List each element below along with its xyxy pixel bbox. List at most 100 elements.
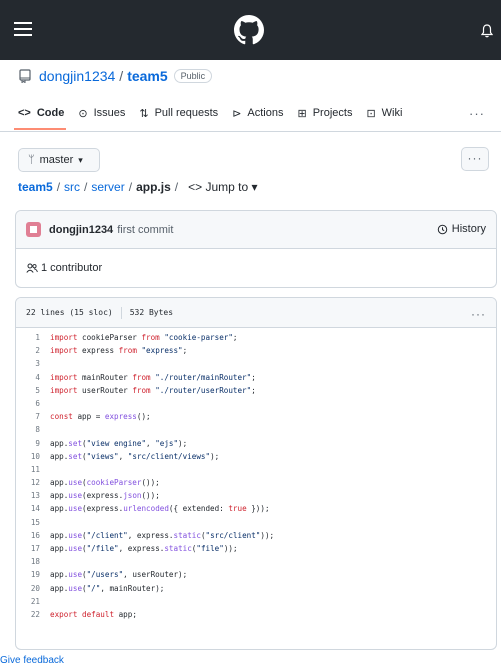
latest-commit-box: dongjin1234 first commit History 1 contr… [15,210,497,288]
tab-pull-requests[interactable]: ⇅ Pull requests [139,107,218,120]
active-tab-underline [14,128,66,130]
tabs-more-button[interactable]: ··· [469,106,485,121]
github-logo-icon[interactable] [234,15,264,45]
line-number[interactable]: 10 [16,450,50,463]
file-header: 22 lines (15 sloc) 532 Bytes ··· [16,298,496,328]
tabs-divider [0,131,501,132]
line-number[interactable]: 13 [16,489,50,502]
tab-actions-label: Actions [247,107,284,119]
line-number[interactable]: 4 [16,371,50,384]
line-number[interactable]: 21 [16,595,50,608]
line-number[interactable]: 19 [16,568,50,581]
line-number[interactable]: 1 [16,331,50,344]
line-number[interactable]: 5 [16,384,50,397]
tab-actions[interactable]: ⊳ Actions [232,107,283,120]
code-line: 14 app.use(express.urlencoded({ extended:… [16,502,496,515]
line-content: app.use(express.json()); [50,491,160,501]
file-more-button[interactable]: ··· [471,307,486,321]
line-content: import userRouter from "./router/userRou… [50,385,256,395]
code-line: 2 import express from "express"; [16,344,496,357]
commit-author[interactable]: dongjin1234 [49,224,113,236]
line-content: app.use(cookieParser()); [50,478,160,488]
line-number[interactable]: 12 [16,476,50,489]
line-number[interactable]: 17 [16,542,50,555]
code-line: 16 app.use("/client", express.static("src… [16,529,496,542]
table-icon: ⊞ [297,107,307,120]
breadcrumb-separator: / [174,180,179,194]
line-content: app.use("/", mainRouter); [50,583,165,593]
people-icon [26,263,38,273]
breadcrumb-repo[interactable]: team5 [18,180,53,194]
tab-projects-label: Projects [312,107,353,119]
commit-message[interactable]: first commit [117,224,173,236]
line-content: const app = express(); [50,412,151,422]
breadcrumb-separator: / [56,180,61,194]
branch-name: master [39,154,74,166]
code-line: 7 const app = express(); [16,410,496,423]
file-actions-more-button[interactable]: ··· [461,147,489,171]
code-line: 21 [16,595,496,608]
line-number[interactable]: 20 [16,582,50,595]
tab-projects[interactable]: ⊞ Projects [297,107,352,120]
branch-selector-button[interactable]: ᛘ master ▾ [18,148,100,172]
line-number[interactable]: 18 [16,555,50,568]
commit-row: dongjin1234 first commit History [16,211,496,249]
tab-wiki[interactable]: ⊡ Wiki [366,107,402,120]
file-viewer: 22 lines (15 sloc) 532 Bytes ··· 1 import… [15,297,497,650]
repo-icon [19,69,31,83]
file-header-divider [120,306,122,319]
chevron-down-icon: ▾ [78,154,83,165]
jump-to-button[interactable]: <> Jump to ▾ [188,180,257,194]
avatar[interactable] [26,222,41,237]
breadcrumb: team5 / src / server / app.js / <> Jump … [18,180,258,194]
give-feedback-link[interactable]: Give feedback [0,655,64,666]
code-listing: 1 import cookieParser from "cookie-parser… [16,328,496,621]
visibility-badge: Public [173,69,213,83]
code-line: 8 [16,423,496,436]
code-line: 22 export default app; [16,608,496,621]
code-line: 5 import userRouter from "./router/userRo… [16,384,496,397]
history-button[interactable]: History [437,223,486,235]
code-line: 18 [16,555,496,568]
line-number[interactable]: 2 [16,344,50,357]
top-header [0,0,501,60]
tab-code[interactable]: <> Code [18,107,64,119]
breadcrumb-separator: / [84,180,88,194]
breadcrumb-src[interactable]: src [64,180,80,194]
book-icon: ⊡ [366,107,376,120]
line-number[interactable]: 11 [16,463,50,476]
repo-owner-link[interactable]: dongjin1234 [39,68,115,84]
line-number[interactable]: 9 [16,437,50,450]
bell-icon[interactable] [481,24,493,38]
line-number[interactable]: 6 [16,397,50,410]
line-number[interactable]: 22 [16,608,50,621]
repo-name-link[interactable]: team5 [127,68,167,84]
code-line: 9 app.set("view engine", "ejs"); [16,437,496,450]
line-number[interactable]: 8 [16,423,50,436]
line-content: import express from "express"; [50,346,188,356]
code-line: 19 app.use("/users", userRouter); [16,568,496,581]
tab-issues-label: Issues [93,107,126,119]
issue-icon: ⊙ [78,107,88,120]
line-number[interactable]: 3 [16,357,50,370]
line-number[interactable]: 15 [16,516,50,529]
code-line: 20 app.use("/", mainRouter); [16,582,496,595]
hamburger-icon[interactable] [14,22,32,36]
code-line: 17 app.use("/file", express.static("file"… [16,542,496,555]
git-branch-icon: ᛘ [28,154,35,166]
breadcrumb-server[interactable]: server [91,180,124,194]
breadcrumb-separator: / [128,180,133,194]
line-content: app.use(express.urlencoded({ extended: t… [50,504,270,514]
line-number[interactable]: 16 [16,529,50,542]
line-number[interactable]: 7 [16,410,50,423]
contributors-row: 1 contributor [16,249,496,287]
code-line: 3 [16,357,496,370]
contributors-text[interactable]: 1 contributor [41,262,102,274]
history-icon [437,224,447,234]
line-number[interactable]: 14 [16,502,50,515]
tab-issues[interactable]: ⊙ Issues [78,107,125,120]
tab-code-label: Code [36,107,65,119]
tab-pull-requests-label: Pull requests [154,107,219,119]
line-content: app.set("view engine", "ejs"); [50,438,188,448]
code-line: 1 import cookieParser from "cookie-parser… [16,331,496,344]
